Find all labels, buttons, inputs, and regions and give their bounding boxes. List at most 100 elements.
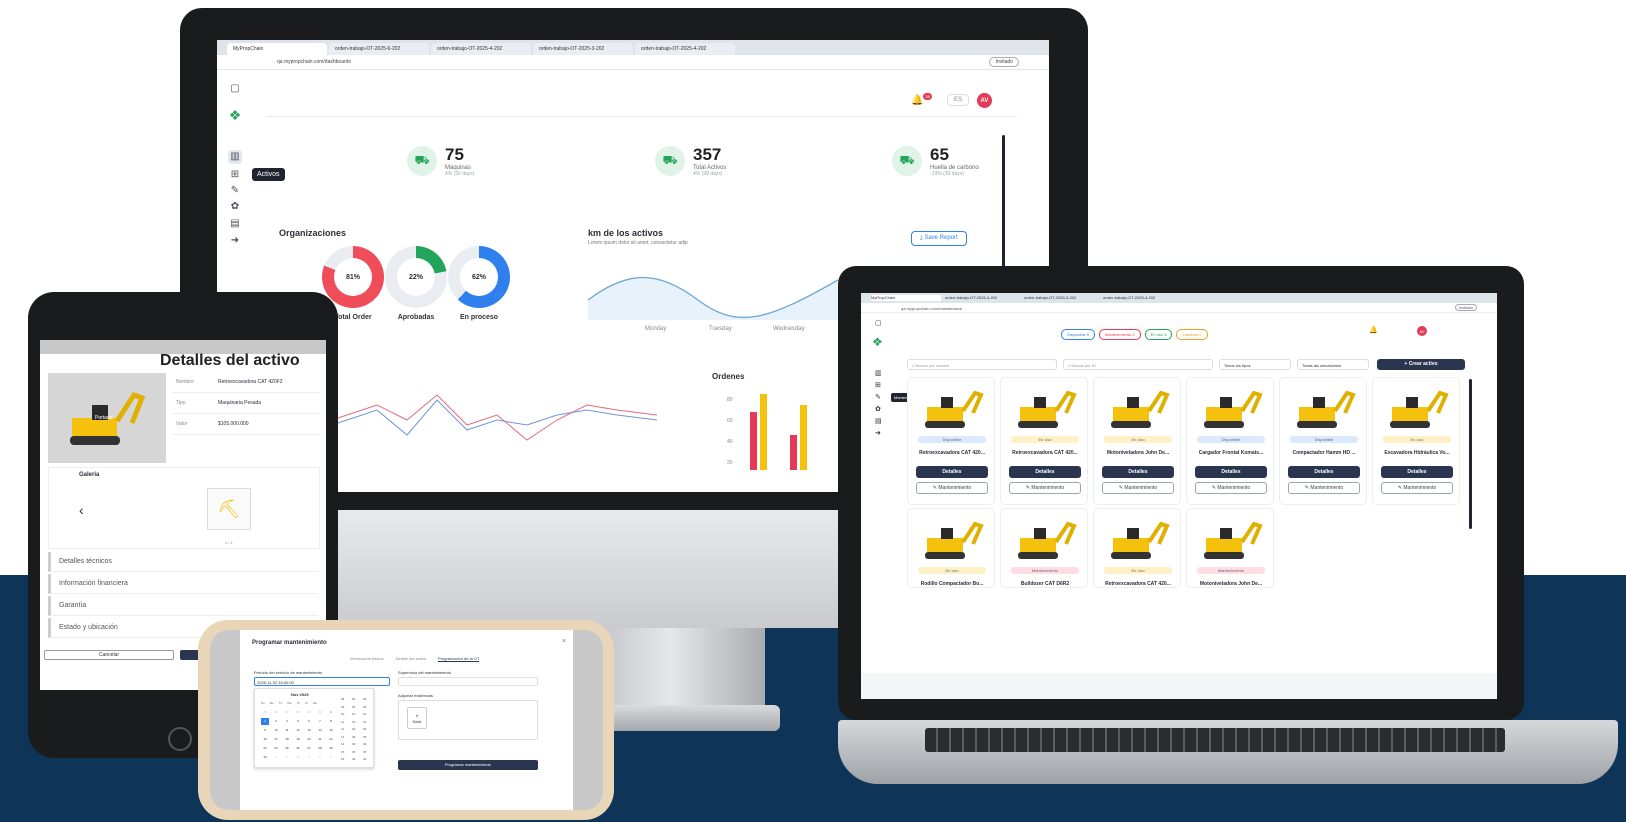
browser-tab[interactable]: orden-trabajo-OT-2025-6-202 xyxy=(329,43,429,55)
details-button[interactable]: Detalles xyxy=(1195,466,1267,478)
calendar-day[interactable]: 1 xyxy=(327,709,335,716)
accordion-section[interactable]: Garantía xyxy=(48,596,318,616)
maintenance-button[interactable]: ✎ Mantenimiento xyxy=(1102,482,1174,494)
maintenance-button[interactable]: ✎ Mantenimiento xyxy=(1195,482,1267,494)
assets-icon[interactable]: ⊞ xyxy=(228,168,242,182)
time-option[interactable]: 13 xyxy=(341,735,344,739)
calendar-day[interactable]: 5 xyxy=(316,754,324,761)
calendar-day[interactable]: 24 xyxy=(272,745,280,752)
invited-button[interactable]: Invitado xyxy=(989,57,1019,67)
assets-icon[interactable]: ⊞ xyxy=(875,381,881,389)
calendar-day[interactable]: 30 xyxy=(316,709,324,716)
asset-card[interactable]: Mantenimiento Motoniveladora John De... xyxy=(1186,508,1274,588)
time-option[interactable]: 12 xyxy=(341,727,344,731)
calendar-day[interactable]: 11 xyxy=(283,727,291,734)
calendar-day[interactable]: 25 xyxy=(261,709,269,716)
language-select[interactable]: ES xyxy=(947,94,970,106)
calendar-day[interactable]: 7 xyxy=(316,718,324,725)
calendar-day[interactable]: 26 xyxy=(272,709,280,716)
time-option[interactable]: 30 xyxy=(352,742,355,746)
time-option[interactable]: 25 xyxy=(352,735,355,739)
calendar-day[interactable]: 20 xyxy=(305,736,313,743)
calendar-day[interactable]: 12 xyxy=(294,727,302,734)
asset-card[interactable]: En Uso Motoniveladora John De... Detalles ✎… xyxy=(1093,377,1181,505)
create-asset-button[interactable]: + Crear activo xyxy=(1377,359,1465,370)
browser-tab[interactable]: orden-trabajo-OT-2025-3-202 xyxy=(1024,295,1099,301)
asset-card[interactable]: En Uso Excavadora Hidráulica Vo... Detalle… xyxy=(1372,377,1460,505)
date-picker[interactable]: Nov 2025 Su Mo Tu We Th Fr Sa 25 26 27 28 29 30 1 2 3 4… xyxy=(254,688,374,768)
calendar-day[interactable]: 26 xyxy=(294,745,302,752)
time-option[interactable]: 40 xyxy=(363,757,366,761)
invited-button[interactable]: Invitado xyxy=(1454,304,1477,311)
time-option[interactable]: 20 xyxy=(363,727,366,731)
calendar-day[interactable]: 9 xyxy=(261,727,269,734)
status-filter-chip[interactable]: Inactivos 0 xyxy=(1176,329,1208,340)
time-option[interactable]: 25 xyxy=(363,735,366,739)
time-option[interactable]: 40 xyxy=(352,757,355,761)
calendar-day[interactable]: 28 xyxy=(294,709,302,716)
details-button[interactable]: Detalles xyxy=(1102,466,1174,478)
upload-button[interactable]: ⤒ Subir xyxy=(407,707,427,729)
cancel-button[interactable]: Cancelar xyxy=(44,650,174,660)
calendar-day[interactable]: 25 xyxy=(283,745,291,752)
calendar-day[interactable]: 5 xyxy=(294,718,302,725)
home-button[interactable] xyxy=(168,727,192,751)
time-option[interactable]: 05 xyxy=(363,705,366,709)
clipboard-icon[interactable]: ▤ xyxy=(228,217,242,231)
period-input[interactable]: 2025-11-02 16:00:00 xyxy=(254,677,390,686)
close-icon[interactable]: × xyxy=(562,638,566,645)
asset-card[interactable]: Disponible Compactador Hamm HD ... Detalle… xyxy=(1279,377,1367,505)
address-bar[interactable]: qa.mypropchain.com/dashboards Invitado xyxy=(217,55,1049,70)
bell-icon[interactable]: 🔔 38 xyxy=(911,93,932,106)
submit-button[interactable]: Programar mantenimiento xyxy=(398,760,538,770)
accordion-section[interactable]: Detalles técnicos xyxy=(48,552,318,572)
location-select[interactable]: Todas las ubicaciones xyxy=(1297,359,1369,370)
chevron-left-icon[interactable]: ‹ xyxy=(79,502,84,518)
status-filter-chip[interactable]: Mantenimiento 2 xyxy=(1099,329,1141,340)
time-option[interactable]: 10 xyxy=(341,712,344,716)
handshake-icon[interactable]: ✿ xyxy=(228,200,242,214)
wrench-icon[interactable]: ✎ xyxy=(875,393,881,401)
asset-card[interactable]: En Uso Rodillo Compactador Bo... xyxy=(907,508,995,588)
avatar[interactable]: AV xyxy=(1417,326,1427,336)
clipboard-icon[interactable]: ▤ xyxy=(875,417,882,425)
asset-card[interactable]: En Uso Retroexcavadora CAT 420... xyxy=(1093,508,1181,588)
supervisor-select[interactable] xyxy=(398,677,538,686)
calendar-day[interactable]: 27 xyxy=(305,745,313,752)
calendar-day[interactable]: 1 xyxy=(272,754,280,761)
time-option[interactable]: 30 xyxy=(363,742,366,746)
address-bar[interactable]: qa.mypropchain.com/maintenance Invitado xyxy=(861,303,1497,313)
calendar-day[interactable]: 4 xyxy=(283,718,291,725)
type-select[interactable]: Todos los tipos xyxy=(1219,359,1291,370)
scrollbar[interactable] xyxy=(1469,379,1472,529)
avatar[interactable]: AV xyxy=(977,93,992,108)
search-id-input[interactable]: ⌕ Buscar por ID xyxy=(1063,359,1213,370)
calendar-day[interactable]: 2 xyxy=(283,754,291,761)
calendar-day[interactable]: 23 xyxy=(261,745,269,752)
calendar-day[interactable]: 27 xyxy=(283,709,291,716)
time-option[interactable]: 35 xyxy=(352,750,355,754)
maintenance-button[interactable]: ✎ Mantenimiento xyxy=(916,482,988,494)
time-option[interactable]: 15 xyxy=(341,750,344,754)
browser-tab[interactable]: orden-trabajo-OT-2025-4-202 xyxy=(431,43,531,55)
details-button[interactable]: Detalles xyxy=(1009,466,1081,478)
time-option[interactable]: 00 xyxy=(352,697,355,701)
gallery-thumb[interactable]: ⛏ xyxy=(207,488,251,530)
time-option[interactable]: 15 xyxy=(352,720,355,724)
details-button[interactable]: Detalles xyxy=(1288,466,1360,478)
browser-tab[interactable]: MyPropChain xyxy=(871,295,941,301)
status-filter-chip[interactable]: En uso 3 xyxy=(1144,329,1173,340)
calendar-day[interactable]: 2 xyxy=(261,718,269,725)
save-report-button[interactable]: ⤓ Save Report xyxy=(911,231,967,246)
time-option[interactable]: 05 xyxy=(352,705,355,709)
asset-card[interactable]: Disponible Retroexcavadora CAT 420... Deta… xyxy=(907,377,995,505)
time-option[interactable]: 14 xyxy=(341,742,344,746)
browser-tab[interactable]: orden-trabajo-OT-2025-4-202 xyxy=(945,295,1020,301)
time-option[interactable]: 09 xyxy=(341,705,344,709)
maintenance-button[interactable]: ✎ Mantenimiento xyxy=(1288,482,1360,494)
details-button[interactable]: Detalles xyxy=(916,466,988,478)
details-button[interactable]: Detalles xyxy=(1381,466,1453,478)
logout-icon[interactable]: ➜ xyxy=(875,429,881,437)
browser-tab[interactable]: orden-trabajo-OT-2025-4-202 xyxy=(635,43,735,55)
time-option[interactable]: 10 xyxy=(363,712,366,716)
